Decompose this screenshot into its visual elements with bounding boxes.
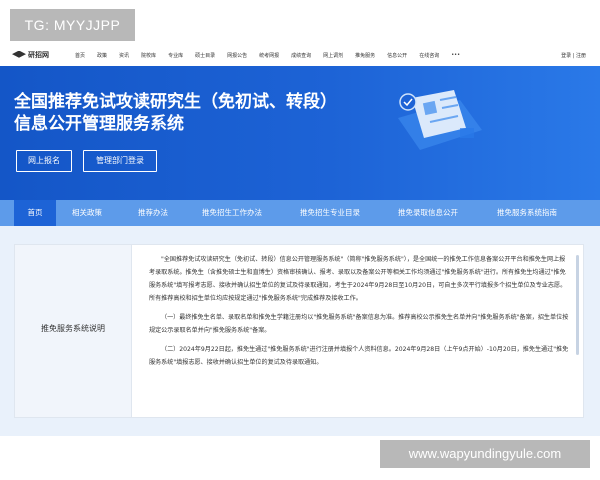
login-link[interactable]: 登录	[561, 53, 571, 59]
menu-home[interactable]: 首页	[14, 200, 56, 226]
register-link[interactable]: 注册	[576, 53, 586, 59]
nav-link-majors[interactable]: 专业库	[168, 52, 183, 59]
hero-title: 全国推荐免试攻读研究生（免初试、转段） 信息公开管理服务系统	[14, 91, 337, 135]
paragraph-item-2: （二）2024年9月22日起，推免生通过"推免服务系统"进行注册并填报个人资料信…	[149, 346, 569, 366]
nav-link-exam-apply[interactable]: 统考网报	[259, 52, 279, 59]
nav-link-schools[interactable]: 院校库	[141, 52, 156, 59]
auth-separator: |	[572, 53, 575, 59]
nav-link-catalog[interactable]: 硕士目录	[195, 52, 215, 59]
hero-banner: 全国推荐免试攻读研究生（免初试、转段） 信息公开管理服务系统 网上报名 管理部门…	[0, 66, 600, 200]
top-navbar: 研招网 首页 政策 资讯 院校库 专业库 硕士目录 网报公告 统考网报 成绩查询…	[0, 46, 600, 67]
hero-title-line2: 信息公开管理服务系统	[14, 114, 184, 134]
nav-link-news[interactable]: 资讯	[119, 52, 129, 59]
hero-title-line1: 全国推荐免试攻读研究生（免初试、转段）	[14, 92, 337, 112]
menu-major-catalog[interactable]: 推免招生专业目录	[300, 200, 360, 226]
system-info-panel: 推免服务系统说明 "全国推荐免试攻读研究生（免初试、转段）信息公开管理服务系统"…	[14, 244, 584, 418]
menu-admission-disclosure[interactable]: 推免录取信息公开	[398, 200, 458, 226]
panel-scrollbar[interactable]	[576, 255, 579, 355]
panel-body: "全国推荐免试攻读研究生（免初试、转段）信息公开管理服务系统"（简称"推免服务系…	[149, 253, 569, 375]
nav-link-transfer[interactable]: 网上调剂	[323, 52, 343, 59]
menu-methods[interactable]: 推荐办法	[138, 200, 168, 226]
nav-link-disclosure[interactable]: 信息公开	[387, 52, 407, 59]
panel-heading: 推免服务系统说明	[41, 324, 105, 333]
nav-link-announce[interactable]: 网报公告	[227, 52, 247, 59]
watermark-top: TG: MYYJJPP	[10, 9, 135, 41]
menu-policies[interactable]: 相关政策	[72, 200, 102, 226]
menu-work-rules[interactable]: 推免招生工作办法	[202, 200, 262, 226]
nav-links: 首页 政策 资讯 院校库 专业库 硕士目录 网报公告 统考网报 成绩查询 网上调…	[75, 52, 472, 59]
nav-link-tuimian[interactable]: 推免服务	[355, 52, 375, 59]
nav-link-scores[interactable]: 成绩查询	[291, 52, 311, 59]
nav-more-icon[interactable]: •••	[451, 52, 460, 59]
section-menu: 首页 相关政策 推荐办法 推免招生工作办法 推免招生专业目录 推免录取信息公开 …	[0, 200, 600, 226]
nav-link-policy[interactable]: 政策	[97, 52, 107, 59]
watermark-bottom: www.wapyundingyule.com	[380, 440, 590, 468]
nav-link-home[interactable]: 首页	[75, 52, 85, 59]
menu-system-guide[interactable]: 推免服务系统指南	[497, 200, 557, 226]
admin-login-button[interactable]: 管理部门登录	[83, 150, 157, 172]
paragraph-item-1: （一）最终推免生名单、录取名单和推免生学籍注册均以"推免服务系统"备案信息为准。…	[149, 314, 569, 334]
form-illustration-icon	[398, 90, 482, 150]
panel-sidebar: 推免服务系统说明	[15, 245, 132, 417]
logo-text: 研招网	[28, 51, 49, 59]
site-logo[interactable]: 研招网	[12, 50, 49, 60]
auth-links: 登录 | 注册	[561, 52, 586, 59]
paragraph-intro: "全国推荐免试攻读研究生（免初试、转段）信息公开管理服务系统"（简称"推免服务系…	[149, 256, 567, 302]
nav-link-consult[interactable]: 在线咨询	[419, 52, 439, 59]
grad-cap-icon	[12, 50, 26, 58]
apply-button[interactable]: 网上报名	[16, 150, 72, 172]
